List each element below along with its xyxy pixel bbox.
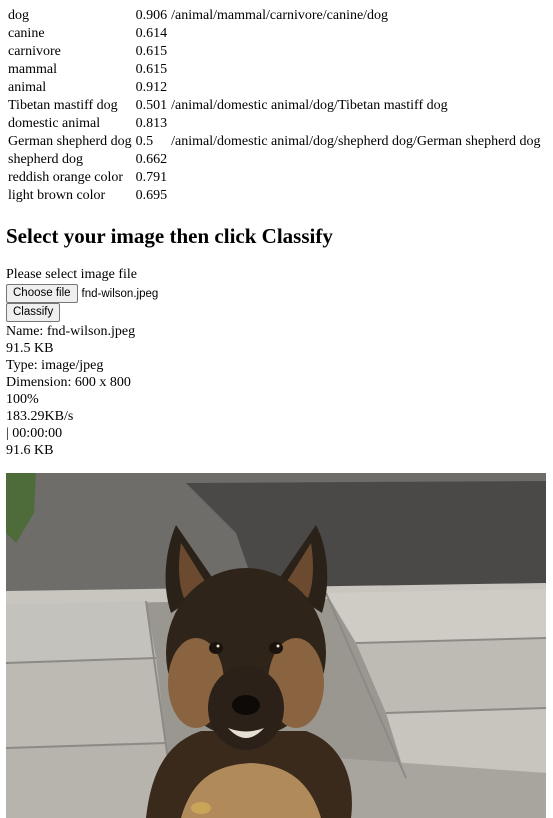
result-row: shepherd dog 0.662 xyxy=(6,151,543,169)
result-type-hierarchy xyxy=(169,169,542,187)
result-type-hierarchy: /animal/domestic animal/dog/Tibetan mast… xyxy=(171,98,448,113)
result-class-label: carnivore xyxy=(8,44,61,59)
file-name-info: Name: fnd-wilson.jpeg xyxy=(6,324,136,339)
result-score: 0.614 xyxy=(135,26,168,41)
result-type-hierarchy xyxy=(169,115,542,133)
result-score: 0.906 xyxy=(135,8,168,23)
classify-button[interactable]: Classify xyxy=(6,303,61,322)
result-row: carnivore 0.615 xyxy=(6,43,543,61)
result-class-label: reddish orange color xyxy=(8,170,124,185)
upload-progress: 100% xyxy=(6,392,39,407)
result-row: canine 0.614 xyxy=(6,25,543,43)
result-row: animal 0.912 xyxy=(6,79,543,97)
file-size-info: 91.5 KB xyxy=(6,341,54,356)
result-type-hierarchy xyxy=(169,79,542,97)
result-type-hierarchy xyxy=(169,151,542,169)
dog-photo xyxy=(6,473,546,818)
result-row: reddish orange color 0.791 xyxy=(6,169,543,187)
classification-results-table: dog 0.906/animal/mammal/carnivore/canine/… xyxy=(6,7,543,205)
upload-speed: 183.29KB/s xyxy=(6,409,74,424)
result-class-label: animal xyxy=(8,80,47,95)
result-score: 0.662 xyxy=(135,152,168,167)
result-score: 0.5 xyxy=(135,134,154,149)
select-file-prompt: Please select image file xyxy=(6,267,137,282)
choose-file-button[interactable]: Choose file xyxy=(6,284,78,303)
file-dimension-info: Dimension: 600 x 800 xyxy=(6,375,131,390)
result-row: German shepherd dog 0.5/animal/domestic a… xyxy=(6,133,543,151)
result-score: 0.615 xyxy=(135,62,168,77)
result-class-label: German shepherd dog xyxy=(8,134,132,149)
result-class-label: domestic animal xyxy=(8,116,101,131)
file-type-info: Type: image/jpeg xyxy=(6,358,104,373)
result-score: 0.791 xyxy=(135,170,168,185)
upload-time: | 00:00:00 xyxy=(6,426,63,441)
result-class-label: shepherd dog xyxy=(8,152,84,167)
result-score: 0.695 xyxy=(135,188,168,203)
result-score: 0.501 xyxy=(135,98,168,113)
result-type-hierarchy xyxy=(169,43,542,61)
file-input[interactable]: Choose file fnd-wilson.jpeg xyxy=(6,284,158,303)
result-class-label: dog xyxy=(8,8,29,23)
result-score: 0.615 xyxy=(135,44,168,59)
result-type-hierarchy xyxy=(169,61,542,79)
result-row: domestic animal 0.813 xyxy=(6,115,543,133)
result-class-label: light brown color xyxy=(8,188,106,203)
result-row: Tibetan mastiff dog 0.501/animal/domestic… xyxy=(6,97,543,115)
selected-file-name: fnd-wilson.jpeg xyxy=(81,287,159,300)
result-row: dog 0.906/animal/mammal/carnivore/canine/… xyxy=(6,7,543,25)
result-type-hierarchy xyxy=(169,187,542,205)
result-score: 0.912 xyxy=(135,80,168,95)
uploaded-size: 91.6 KB xyxy=(6,443,54,458)
page-heading: Select your image then click Classify xyxy=(6,224,333,248)
result-class-label: Tibetan mastiff dog xyxy=(8,98,118,113)
result-class-label: canine xyxy=(8,26,45,41)
result-type-hierarchy: /animal/mammal/carnivore/canine/dog xyxy=(171,8,389,23)
result-class-label: mammal xyxy=(8,62,57,77)
result-row: light brown color 0.695 xyxy=(6,187,543,205)
result-type-hierarchy: /animal/domestic animal/dog/shepherd dog… xyxy=(171,134,541,149)
result-type-hierarchy xyxy=(169,25,542,43)
result-score: 0.813 xyxy=(135,116,168,131)
result-row: mammal 0.615 xyxy=(6,61,543,79)
